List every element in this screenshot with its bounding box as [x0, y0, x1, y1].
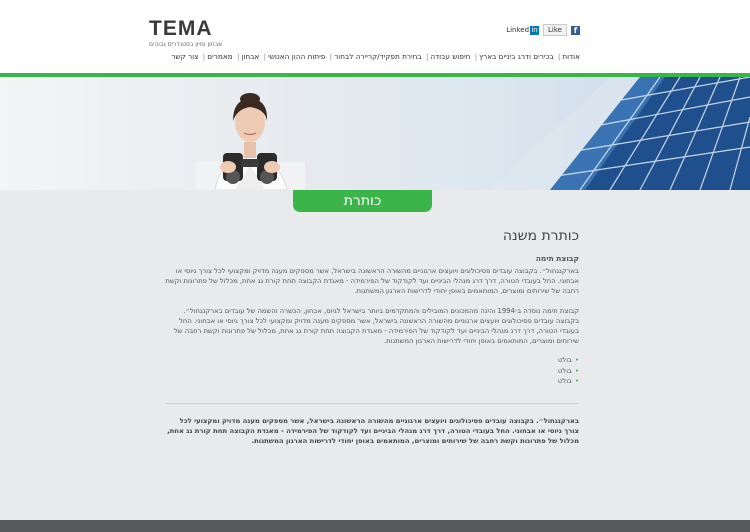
social-links: Linked in Like f [506, 24, 580, 36]
nav-item-contact[interactable]: צור קשר [171, 52, 198, 61]
nav-item-executives[interactable]: בכירים ודרג ביניים בארץ [479, 52, 553, 61]
nav-separator: | [474, 52, 478, 61]
facebook-icon[interactable]: f [571, 25, 580, 35]
section-subheading: קבוצת תימה [535, 254, 579, 263]
site-footer [0, 520, 750, 532]
building-image [490, 77, 750, 190]
hero-banner [0, 77, 750, 190]
nav-separator: | [329, 52, 333, 61]
site-header: TEMA אבחון ומיון בסטנדרים גבוהים Linked … [0, 0, 750, 76]
nav-item-articles[interactable]: מאמרים [207, 52, 232, 61]
logo[interactable]: TEMA אבחון ומיון בסטנדרים גבוהים [149, 17, 222, 48]
logo-wordmark: TEMA [149, 17, 213, 40]
about-paragraph: קבוצת תימה נוסדה ב-1994 והינה מהמכונים ה… [173, 306, 579, 346]
list-item: •בולט [557, 366, 579, 375]
logo-tagline: אבחון ומיון בסטנדרים גבוהים [149, 41, 223, 48]
nav-item-about[interactable]: אודות [562, 52, 580, 61]
linkedin-link[interactable]: Linked in [506, 25, 540, 35]
nav-separator: | [263, 52, 267, 61]
bullet-list: •בולט •בולט •בולט [165, 355, 579, 387]
page-heading: כותרת משנה [502, 228, 579, 244]
linkedin-label: Linked [506, 26, 530, 34]
summary-paragraph: בארקנגחול״. בקבוצה עובדים פסיכולוגים ויו… [167, 416, 579, 446]
main-nav: אודות| בכירים ודרג ביניים בארץ| חיפוש עב… [171, 52, 580, 61]
like-button[interactable]: Like [543, 24, 567, 36]
nav-separator: | [236, 52, 240, 61]
nav-item-assessment[interactable]: אבחון [241, 52, 259, 61]
linkedin-icon: in [530, 25, 540, 35]
list-item: •בולט [557, 356, 579, 365]
page-title-tab: כותרת [293, 190, 432, 212]
woman-binoculars-image [195, 93, 305, 190]
section-divider [165, 402, 579, 404]
intro-paragraph: בארקנגחול״. בקבוצה עובדים פסיכולוגים ויו… [165, 267, 579, 296]
nav-item-job-search[interactable]: חיפוש עבודה [430, 52, 470, 61]
nav-separator: | [425, 52, 429, 61]
nav-separator: | [202, 52, 206, 61]
nav-separator: | [557, 52, 561, 61]
main-content: כותרת משנה קבוצת תימה בארקנגחול״. בקבוצה… [165, 228, 579, 456]
nav-item-career-choice[interactable]: בחירת תפקיד/קריירה לבחור [334, 52, 421, 61]
list-item: •בולט [557, 377, 579, 386]
nav-item-human-capital[interactable]: פיתוח ההון האנושי [268, 52, 325, 61]
